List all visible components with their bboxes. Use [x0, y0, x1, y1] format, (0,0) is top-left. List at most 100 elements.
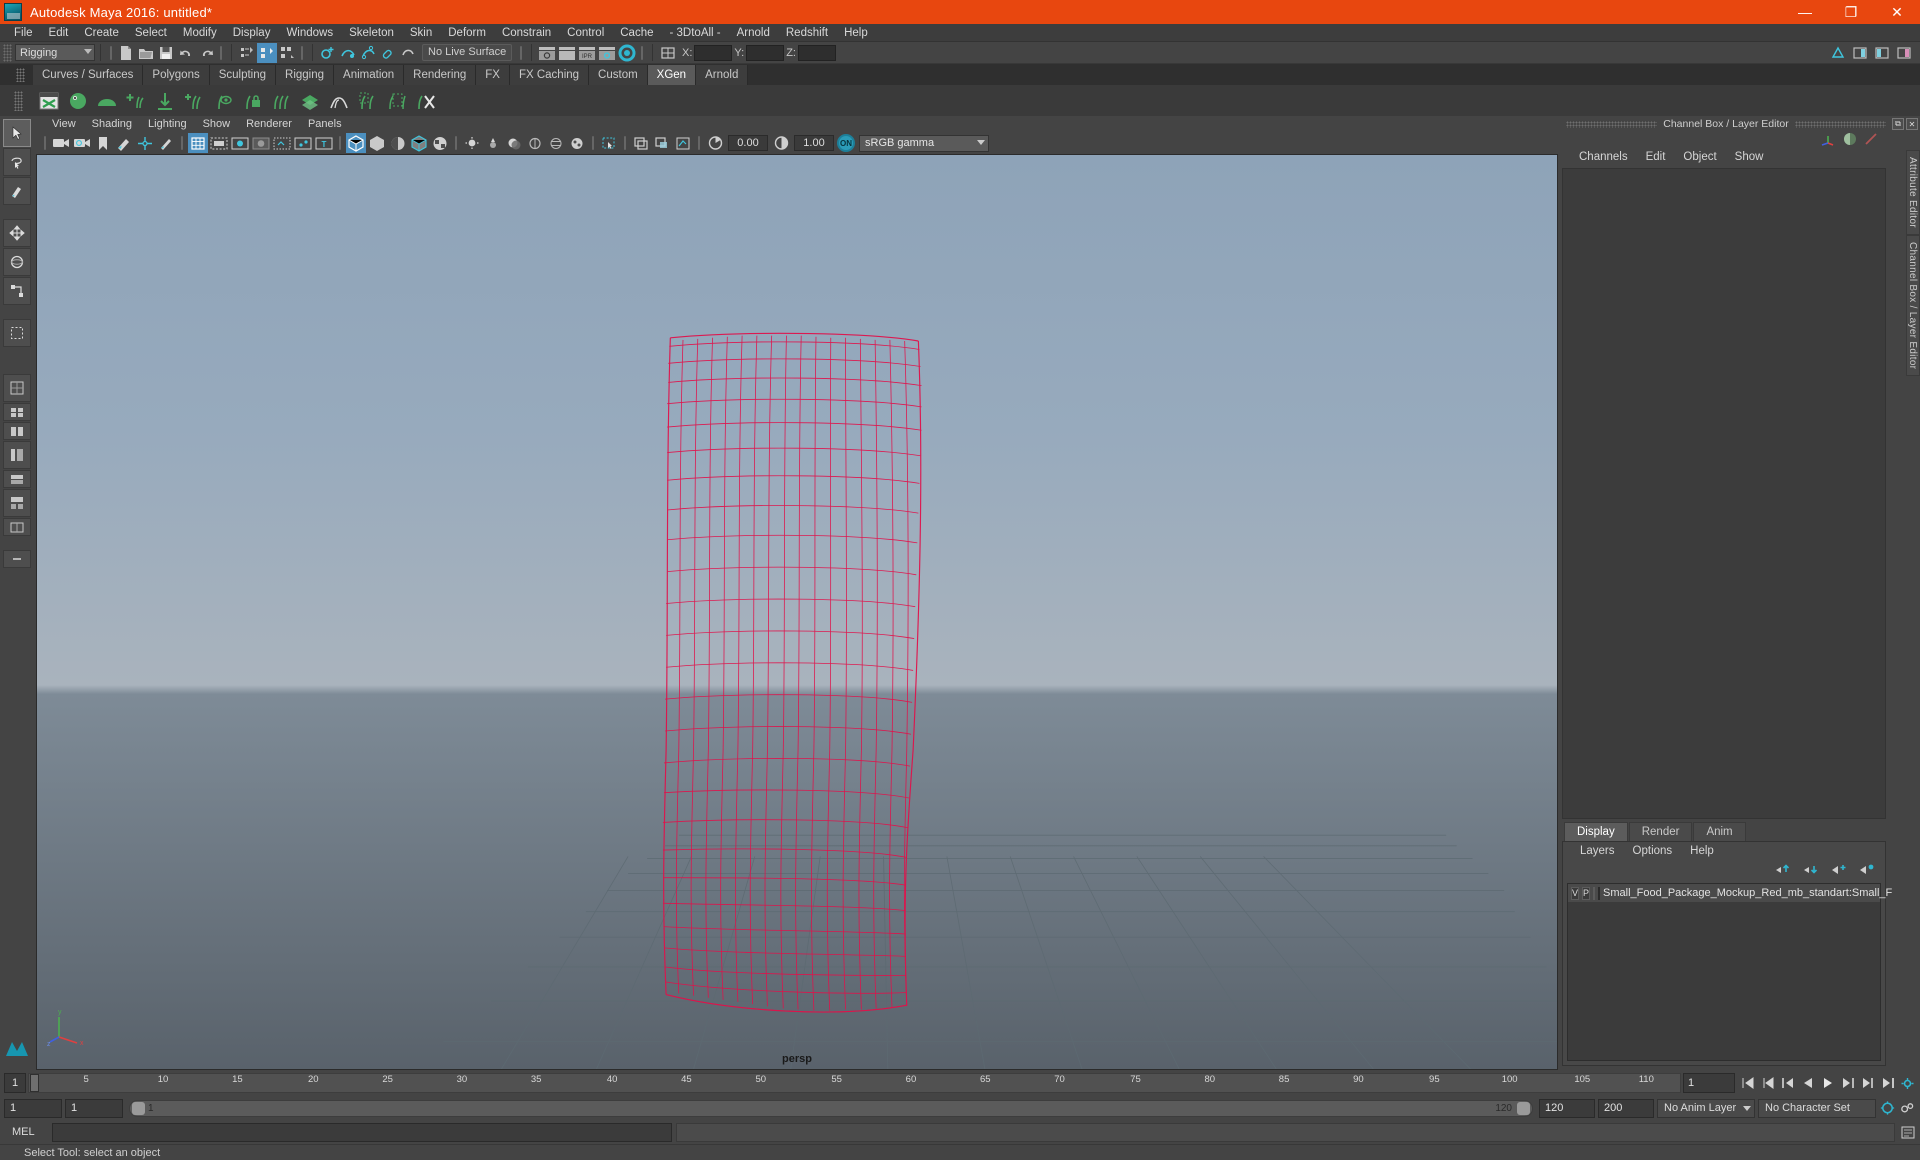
menu-modify[interactable]: Modify [175, 24, 225, 42]
open-scene-icon[interactable] [136, 43, 156, 63]
shelf-tab-animation[interactable]: Animation [334, 65, 405, 85]
playback-start-field[interactable]: 1 [65, 1098, 123, 1118]
toggle-resolution-gate-icon[interactable] [230, 133, 250, 153]
layout-more-button[interactable] [3, 550, 31, 568]
live-surface-field[interactable]: No Live Surface [422, 44, 512, 61]
menu-redshift[interactable]: Redshift [778, 24, 836, 42]
menu-windows[interactable]: Windows [278, 24, 341, 42]
menu-control[interactable]: Control [559, 24, 612, 42]
menu-display[interactable]: Display [225, 24, 279, 42]
layer-row[interactable]: V P Small_Food_Package_Mockup_Red_mb_sta… [1568, 884, 1892, 902]
shelf-tab-polygons[interactable]: Polygons [143, 65, 210, 85]
layer-menu-help[interactable]: Help [1681, 845, 1723, 857]
menu-select[interactable]: Select [127, 24, 175, 42]
layer-menu-layers[interactable]: Layers [1571, 845, 1624, 857]
multisample-aa-icon[interactable] [567, 133, 587, 153]
xgen-editor-icon[interactable] [36, 88, 62, 114]
character-set-selector[interactable]: No Character Set [1758, 1098, 1876, 1118]
panel-menu-lighting[interactable]: Lighting [140, 118, 195, 130]
menu-set-selector[interactable]: Rigging [15, 44, 95, 61]
isolate-select-icon[interactable] [599, 133, 619, 153]
xgen-clump-icon[interactable] [326, 88, 352, 114]
channel-box-content[interactable] [1562, 168, 1886, 819]
dock-drag-dots[interactable] [1566, 120, 1658, 128]
ipr-render-icon[interactable]: IPR [577, 43, 597, 63]
shelf-tab-xgen[interactable]: XGen [647, 65, 697, 85]
save-scene-icon[interactable] [156, 43, 176, 63]
scale-tool[interactable] [3, 277, 31, 305]
xgen-sphere-icon[interactable] [65, 88, 91, 114]
shadows-icon[interactable] [504, 133, 524, 153]
layout-persp-graph[interactable] [3, 470, 31, 488]
panel-menu-panels[interactable]: Panels [300, 118, 350, 130]
toolbar-grip-handle[interactable] [3, 43, 12, 62]
move-layer-down-icon[interactable] [1803, 863, 1819, 878]
vertical-tab-channel-box[interactable]: Channel Box / Layer Editor [1906, 234, 1920, 377]
time-slider-start-frame[interactable]: 1 [4, 1073, 26, 1093]
shelf-tab-sculpting[interactable]: Sculpting [209, 65, 277, 85]
maximize-button[interactable]: ❐ [1828, 0, 1874, 24]
z-input[interactable] [797, 44, 836, 61]
current-frame-field[interactable]: 1 [1683, 1073, 1735, 1093]
last-tool[interactable] [3, 319, 31, 347]
image-plane-icon[interactable] [114, 133, 134, 153]
snap-to-view-plane-icon[interactable] [378, 43, 398, 63]
channel-menu-show[interactable]: Show [1726, 151, 1773, 163]
layer-name[interactable]: Small_Food_Package_Mockup_Red_mb_standar… [1603, 887, 1892, 899]
playback-end-field[interactable]: 120 [1539, 1098, 1595, 1118]
xgen-lock-icon[interactable] [239, 88, 265, 114]
layer-tab-anim[interactable]: Anim [1693, 822, 1746, 841]
xgen-density-icon[interactable] [297, 88, 323, 114]
xgen-region-icon[interactable] [384, 88, 410, 114]
range-end-handle[interactable] [1517, 1101, 1530, 1115]
snap-to-grid-icon[interactable] [318, 43, 338, 63]
render-current-frame-icon[interactable] [537, 43, 557, 63]
anim-start-field[interactable]: 1 [4, 1098, 62, 1118]
shelf-tab-arnold[interactable]: Arnold [696, 65, 749, 85]
anim-end-field[interactable]: 200 [1598, 1098, 1654, 1118]
channel-menu-channels[interactable]: Channels [1570, 151, 1637, 163]
use-default-lighting-icon[interactable] [462, 133, 482, 153]
shelf-icons-grip-handle[interactable] [14, 90, 23, 111]
gamma-field[interactable]: 1.00 [794, 135, 834, 151]
go-to-start-icon[interactable] [1739, 1075, 1756, 1092]
display-texture-borders-icon[interactable] [652, 133, 672, 153]
xgen-preview-icon[interactable] [210, 88, 236, 114]
undo-icon[interactable] [176, 43, 196, 63]
layer-tab-render[interactable]: Render [1628, 822, 1693, 841]
xgen-add-description-icon[interactable] [123, 88, 149, 114]
toggle-film-gate-icon[interactable] [209, 133, 229, 153]
manipulator-axis-icon[interactable] [1820, 132, 1836, 149]
menu-edit[interactable]: Edit [41, 24, 77, 42]
lasso-select-tool[interactable] [3, 148, 31, 176]
go-to-end-icon[interactable] [1879, 1075, 1896, 1092]
y-input[interactable] [746, 44, 785, 61]
two-d-pan-zoom-icon[interactable] [135, 133, 155, 153]
select-camera-icon[interactable] [51, 133, 71, 153]
open-editor-icon[interactable] [658, 43, 678, 63]
toggle-grid-icon[interactable] [188, 133, 208, 153]
menu-help[interactable]: Help [836, 24, 876, 42]
close-button[interactable]: ✕ [1874, 0, 1920, 24]
toggle-xray-icon[interactable] [272, 133, 292, 153]
move-tool[interactable] [3, 219, 31, 247]
play-forward-icon[interactable] [1819, 1075, 1836, 1092]
snap-to-curve-icon[interactable] [338, 43, 358, 63]
step-forward-key-icon[interactable] [1859, 1075, 1876, 1092]
layer-color-swatch[interactable] [1598, 886, 1601, 900]
xgen-groom-icon[interactable] [268, 88, 294, 114]
shelf-tab-rigging[interactable]: Rigging [276, 65, 335, 85]
layer-display-type-toggle[interactable] [1593, 886, 1596, 900]
menu-create[interactable]: Create [76, 24, 127, 42]
make-live-icon[interactable] [398, 43, 418, 63]
shading-flat-icon[interactable] [388, 133, 408, 153]
layer-list[interactable]: V P Small_Food_Package_Mockup_Red_mb_sta… [1567, 883, 1892, 1061]
step-back-frame-icon[interactable] [1779, 1075, 1796, 1092]
move-layer-up-icon[interactable] [1775, 863, 1791, 878]
shading-smooth-icon[interactable] [367, 133, 387, 153]
menu-file[interactable]: File [6, 24, 41, 42]
menu-deform[interactable]: Deform [440, 24, 494, 42]
step-forward-frame-icon[interactable] [1839, 1075, 1856, 1092]
select-tool[interactable] [3, 119, 31, 147]
shading-wireframe-on-shaded-icon[interactable] [409, 133, 429, 153]
